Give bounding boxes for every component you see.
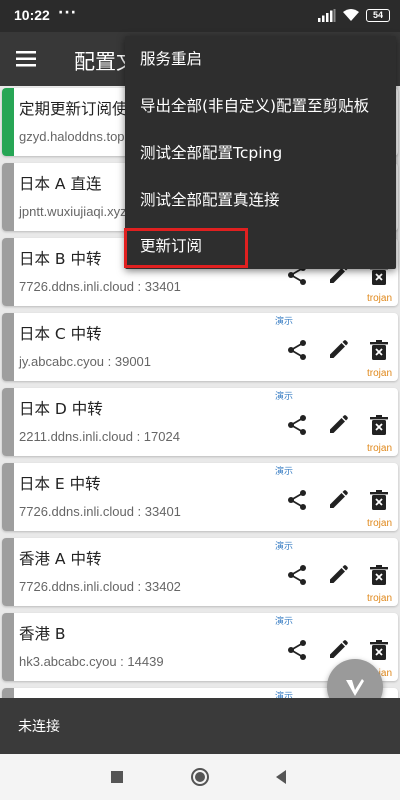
selected-indicator (2, 538, 14, 606)
menu-item-restart-service[interactable]: 服务重启 (125, 36, 396, 82)
server-address: gzyd.haloddns.top (19, 129, 125, 144)
server-name: 日本 E 中转 (19, 475, 101, 493)
server-name: 日本 C 中转 (19, 325, 102, 343)
server-tag: 演示 (275, 692, 294, 698)
page-title: 配置文件 (74, 50, 130, 74)
edit-icon[interactable] (325, 562, 351, 588)
connection-status-bar[interactable]: 未连接 (0, 698, 400, 754)
share-icon[interactable] (284, 637, 310, 663)
selected-indicator (2, 463, 14, 531)
edit-icon[interactable] (325, 412, 351, 438)
protocol-label: trojan (366, 443, 392, 454)
delete-icon[interactable] (366, 412, 392, 438)
server-card[interactable]: 演示 日本 E 中转 7726.ddns.inli.cloud : 33401 … (2, 463, 398, 531)
delete-icon[interactable] (366, 637, 392, 663)
server-tag: 演示 (275, 317, 294, 327)
server-address: jy.abcabc.cyou : 39001 (19, 354, 152, 369)
server-name: 日本 B 中转 (19, 250, 102, 268)
server-tag: 演示 (275, 467, 294, 477)
delete-icon[interactable] (366, 562, 392, 588)
protocol-label: trojan (366, 518, 392, 529)
selected-indicator (2, 88, 14, 156)
wifi-icon (343, 9, 359, 21)
signal-icon (318, 8, 336, 22)
server-address: 7726.ddns.inli.cloud : 33401 (19, 279, 181, 294)
server-address: 7726.ddns.inli.cloud : 33402 (19, 579, 181, 594)
selected-indicator (2, 238, 14, 306)
protocol-label: trojan (366, 593, 392, 604)
selected-indicator (2, 688, 14, 698)
notification-dots-icon: ··· (58, 5, 77, 21)
highlight-annotation (124, 228, 248, 268)
server-card[interactable]: 演示 香港 A 中转 7726.ddns.inli.cloud : 33402 … (2, 538, 398, 606)
server-name: 香港 A 中转 (19, 550, 102, 568)
share-icon[interactable] (284, 412, 310, 438)
share-icon[interactable] (284, 487, 310, 513)
connection-status-text: 未连接 (18, 719, 60, 735)
server-name: 香港 B (19, 625, 66, 643)
share-icon[interactable] (284, 337, 310, 363)
delete-icon[interactable] (366, 337, 392, 363)
hamburger-menu-icon[interactable] (14, 46, 42, 72)
menu-item-export-all[interactable]: 导出全部(非自定义)配置至剪贴板 (125, 83, 396, 129)
server-tag: 演示 (275, 617, 294, 627)
recents-icon[interactable] (106, 766, 128, 788)
v-logo-icon (346, 679, 364, 696)
battery-icon: 54 (366, 8, 390, 22)
status-time: 10:22 (14, 7, 50, 23)
server-tag: 演示 (275, 392, 294, 402)
server-name: 日本 D 中转 (19, 400, 103, 418)
server-name: 日本 A 直连 (19, 175, 102, 193)
protocol-label: trojan (366, 293, 392, 304)
server-card[interactable]: 演示 日本 D 中转 2211.ddns.inli.cloud : 17024 … (2, 388, 398, 456)
server-address: 7726.ddns.inli.cloud : 33401 (19, 504, 181, 519)
delete-icon[interactable] (366, 487, 392, 513)
share-icon[interactable] (284, 562, 310, 588)
selected-indicator (2, 313, 14, 381)
server-address: jpntt.wuxiujiaqi.xyz (19, 204, 127, 219)
selected-indicator (2, 163, 14, 231)
status-bar: 10:22 ··· 54 (0, 0, 400, 32)
protocol-label: trojan (366, 368, 392, 379)
server-address: 2211.ddns.inli.cloud : 17024 (19, 429, 180, 444)
home-icon[interactable] (189, 766, 211, 788)
system-nav-bar (0, 754, 400, 800)
edit-icon[interactable] (325, 487, 351, 513)
server-card[interactable]: 演示 日本 C 中转 jy.abcabc.cyou : 39001 trojan (2, 313, 398, 381)
menu-item-test-tcping[interactable]: 测试全部配置Tcping (125, 130, 396, 176)
selected-indicator (2, 388, 14, 456)
edit-icon[interactable] (325, 337, 351, 363)
status-icons: 54 (318, 8, 390, 22)
selected-indicator (2, 613, 14, 681)
menu-item-test-real-connection[interactable]: 测试全部配置真连接 (125, 177, 396, 223)
back-icon[interactable] (270, 766, 292, 788)
server-tag: 演示 (275, 542, 294, 552)
server-address: hk3.abcabc.cyou : 14439 (19, 654, 164, 669)
